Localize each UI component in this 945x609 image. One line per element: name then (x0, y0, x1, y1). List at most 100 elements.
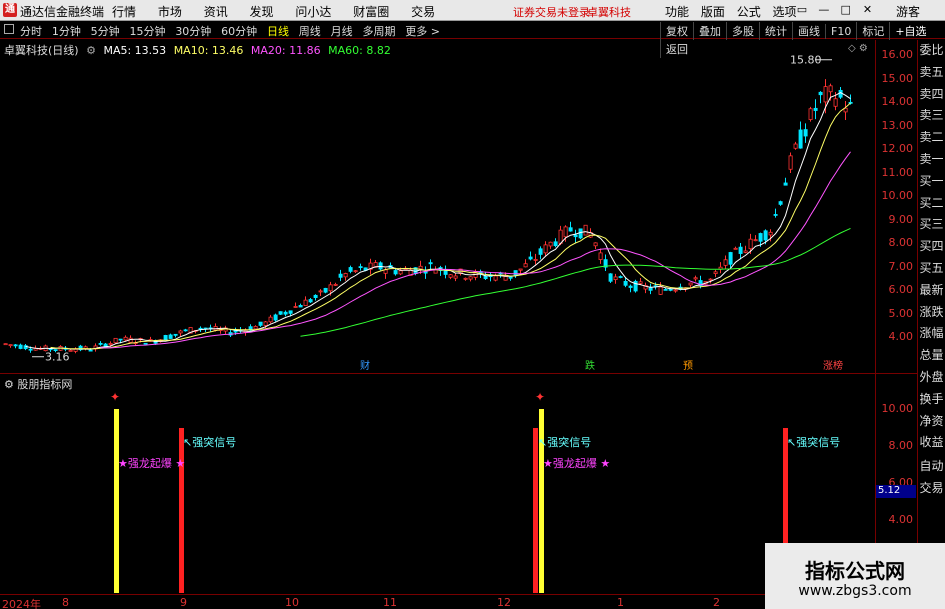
side-panel-item[interactable]: 外盘 (918, 367, 945, 389)
tool-statistics[interactable]: 统计 (759, 22, 792, 40)
period-tab-intraday[interactable]: 分时 (20, 23, 42, 39)
period-tab-5min[interactable]: 5分钟 (91, 23, 120, 39)
candle-body (758, 233, 763, 242)
menu-ask-xiaoda[interactable]: 问小达 (295, 3, 331, 20)
time-tick: 2 (713, 596, 720, 609)
candle-body (313, 294, 318, 298)
candle-body (783, 182, 788, 186)
indicator-gear-icon[interactable]: ⚙ (4, 378, 17, 391)
period-tab-1min[interactable]: 1分钟 (52, 23, 81, 39)
candle-body (178, 330, 183, 334)
candle-body (343, 273, 348, 278)
tool-mark[interactable]: 标记 (856, 22, 889, 40)
period-tab-60min[interactable]: 60分钟 (221, 23, 257, 39)
candle-body (98, 342, 103, 345)
minimize-icon[interactable]: — (817, 3, 831, 16)
menu-functions[interactable]: 功能 (665, 3, 689, 20)
side-panel-item[interactable]: 换手 (918, 389, 945, 411)
tool-f10[interactable]: F10 (825, 24, 856, 39)
menu-wealth-circle[interactable]: 财富圈 (353, 3, 389, 20)
menu-formula[interactable]: 公式 (737, 3, 761, 20)
candle-body (518, 268, 523, 271)
period-tab-more[interactable]: 更多 > (405, 23, 440, 39)
period-tab-weekly[interactable]: 周线 (299, 23, 321, 39)
side-panel-item[interactable]: 买五 (918, 258, 945, 280)
side-panel-item[interactable]: 净资 (918, 411, 945, 433)
close-icon[interactable]: ✕ (860, 3, 874, 16)
candlestick-chart[interactable]: 15.803.16财跌预涨榜◇ ⚙ (0, 40, 875, 373)
price-tick: 7.00 (888, 259, 914, 273)
menu-discover[interactable]: 发现 (250, 3, 274, 20)
side-panel-item[interactable]: 涨幅 (918, 323, 945, 345)
guest-login[interactable]: 游客 (896, 3, 920, 20)
side-panel-item[interactable]: 最新 (918, 280, 945, 302)
side-panel-item[interactable]: 卖一 (918, 149, 945, 171)
time-tick: 11 (383, 596, 397, 609)
settings-gear-icon[interactable]: ⚙ (86, 44, 96, 57)
legend-ma60: MA60: 8.82 (328, 44, 391, 57)
period-tab-multi[interactable]: 多周期 (362, 23, 395, 39)
price-tick: 10.00 (881, 189, 914, 202)
menu-market-quotes[interactable]: 行情 (112, 3, 136, 20)
time-tick: 8 (62, 596, 69, 609)
maximize-icon[interactable]: □ (839, 3, 853, 16)
time-tick: 1 (617, 596, 624, 609)
side-panel-item[interactable]: 卖五 (918, 62, 945, 84)
watermark-box: 指标公式网 www.zbgs3.com (765, 543, 945, 609)
candle-body (763, 230, 768, 241)
candle-body (723, 259, 728, 266)
ma5-line (25, 92, 851, 350)
menu-layout[interactable]: 版面 (701, 3, 725, 20)
side-panel-item[interactable]: 委比 (918, 40, 945, 62)
candle-body (623, 280, 628, 286)
watermark-title: 指标公式网 (805, 559, 905, 583)
side-panel-item[interactable]: 卖四 (918, 84, 945, 106)
candle-body (593, 242, 598, 247)
side-panel-item[interactable]: 总量 (918, 345, 945, 367)
period-tab-15min[interactable]: 15分钟 (129, 23, 165, 39)
side-panel-item[interactable]: 买二 (918, 193, 945, 215)
side-panel-item[interactable]: 涨跌 (918, 302, 945, 324)
login-warning[interactable]: 证券交易未登录 (513, 4, 590, 20)
tool-overlay[interactable]: 叠加 (693, 22, 726, 40)
menu-options[interactable]: 选项 (773, 3, 797, 20)
side-panel-item[interactable]: 卖二 (918, 127, 945, 149)
candle-body (743, 250, 748, 253)
side-panel-item[interactable]: 买三 (918, 214, 945, 236)
period-tab-30min[interactable]: 30分钟 (175, 23, 211, 39)
restore-icon[interactable]: ▭ (795, 3, 809, 16)
red-signal-bar (533, 428, 538, 593)
tool-draw[interactable]: 画线 (792, 22, 825, 40)
candle-body (308, 299, 313, 303)
side-panel-item[interactable]: 收益 (918, 432, 945, 454)
tool-add-watchlist[interactable]: +自选 (889, 22, 931, 40)
candle-body (273, 314, 278, 321)
candle-body (323, 287, 328, 293)
candle-body (798, 129, 803, 149)
candle-body (263, 321, 268, 326)
candle-body (568, 227, 573, 232)
candle-body (73, 348, 78, 352)
candle-body (553, 241, 558, 247)
menu-trade[interactable]: 交易 (411, 3, 435, 20)
candle-body (448, 274, 453, 278)
tool-multi-stock[interactable]: 多股 (726, 22, 759, 40)
period-tab-monthly[interactable]: 月线 (331, 23, 353, 39)
right-menu: 功能 版面 公式 选项 (665, 3, 805, 20)
candle-body (808, 108, 813, 120)
toggle-checkbox[interactable] (4, 24, 14, 34)
candle-body (168, 334, 173, 339)
candle-body (358, 266, 363, 268)
menu-news[interactable]: 资讯 (204, 3, 228, 20)
side-panel-item[interactable]: 自动 (918, 456, 945, 478)
tool-adjust[interactable]: 复权 (660, 22, 693, 40)
side-panel-item[interactable]: 交易 (918, 478, 945, 500)
side-panel-item[interactable]: 卖三 (918, 105, 945, 127)
indicator-chart[interactable]: ✦ ✦ ↖强突信号 ↖强突信号 ↖强突信号 ★强龙起爆 ★ ★强龙起爆 ★ (0, 374, 875, 594)
candle-body (548, 241, 553, 247)
period-tab-daily[interactable]: 日线 (267, 23, 289, 39)
menu-market[interactable]: 市场 (158, 3, 182, 20)
side-panel-item[interactable]: 买四 (918, 236, 945, 258)
side-panel-item[interactable]: 买一 (918, 171, 945, 193)
dragon-signal-label: ★强龙起爆 ★ (118, 456, 185, 470)
